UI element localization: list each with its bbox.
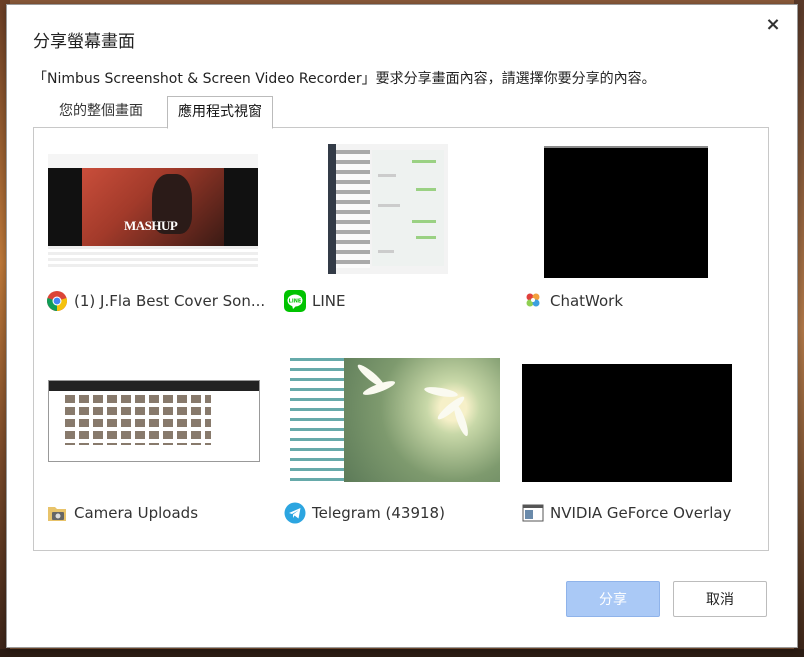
share-button[interactable]: 分享 [566,581,660,617]
window-thumbnail [290,358,500,482]
window-option-camera-uploads[interactable]: Camera Uploads [46,378,276,548]
window-label: LINE LINE [284,290,345,312]
window-thumbnail [522,364,732,482]
tab-application-window[interactable]: 應用程式視窗 [167,96,273,129]
window-option-chrome[interactable]: MASHUP (1) J.Fla Best Cover Son... [46,154,276,324]
window-picker-panel: MASHUP (1) J.Fla Best Cover Son... LINE … [33,127,769,551]
thumbnail-caption: MASHUP [124,218,178,233]
tab-entire-screen[interactable]: 您的整個畫面 [49,96,153,126]
line-icon: LINE [284,290,306,312]
folder-icon [46,502,68,524]
window-title: Telegram (43918) [312,504,445,522]
dialog-description: 「Nimbus Screenshot & Screen Video Record… [33,71,656,87]
chrome-icon [46,290,68,312]
window-label: NVIDIA GeForce Overlay [522,502,731,524]
chatwork-icon [522,290,544,312]
window-thumbnail [328,144,448,274]
window-title: ChatWork [550,292,624,310]
window-label: ChatWork [522,290,623,312]
share-screen-dialog: 分享螢幕畫面 × 「Nimbus Screenshot & Screen Vid… [6,4,798,648]
telegram-icon [284,502,306,524]
dialog-title: 分享螢幕畫面 [33,32,135,52]
window-label: Telegram (43918) [284,502,445,524]
close-icon[interactable]: × [763,15,783,35]
window-title: (1) J.Fla Best Cover Son... [74,292,266,310]
window-option-telegram[interactable]: Telegram (43918) [284,358,514,548]
window-title: NVIDIA GeForce Overlay [550,504,732,522]
window-thumbnail [48,380,260,462]
desktop-background-bottom [0,649,804,657]
window-option-line[interactable]: LINE LINE [284,144,514,324]
window-label: (1) J.Fla Best Cover Son... [46,290,265,312]
cancel-button[interactable]: 取消 [673,581,767,617]
window-thumbnail: MASHUP [48,154,258,268]
window-option-nvidia-overlay[interactable]: NVIDIA GeForce Overlay [522,364,752,548]
svg-text:LINE: LINE [289,299,302,305]
window-title: Camera Uploads [74,504,199,522]
window-thumbnail [544,146,708,278]
window-option-chatwork[interactable]: ChatWork [522,144,752,324]
nvidia-window-icon [522,502,544,524]
window-label: Camera Uploads [46,502,198,524]
window-title: LINE [312,292,346,310]
